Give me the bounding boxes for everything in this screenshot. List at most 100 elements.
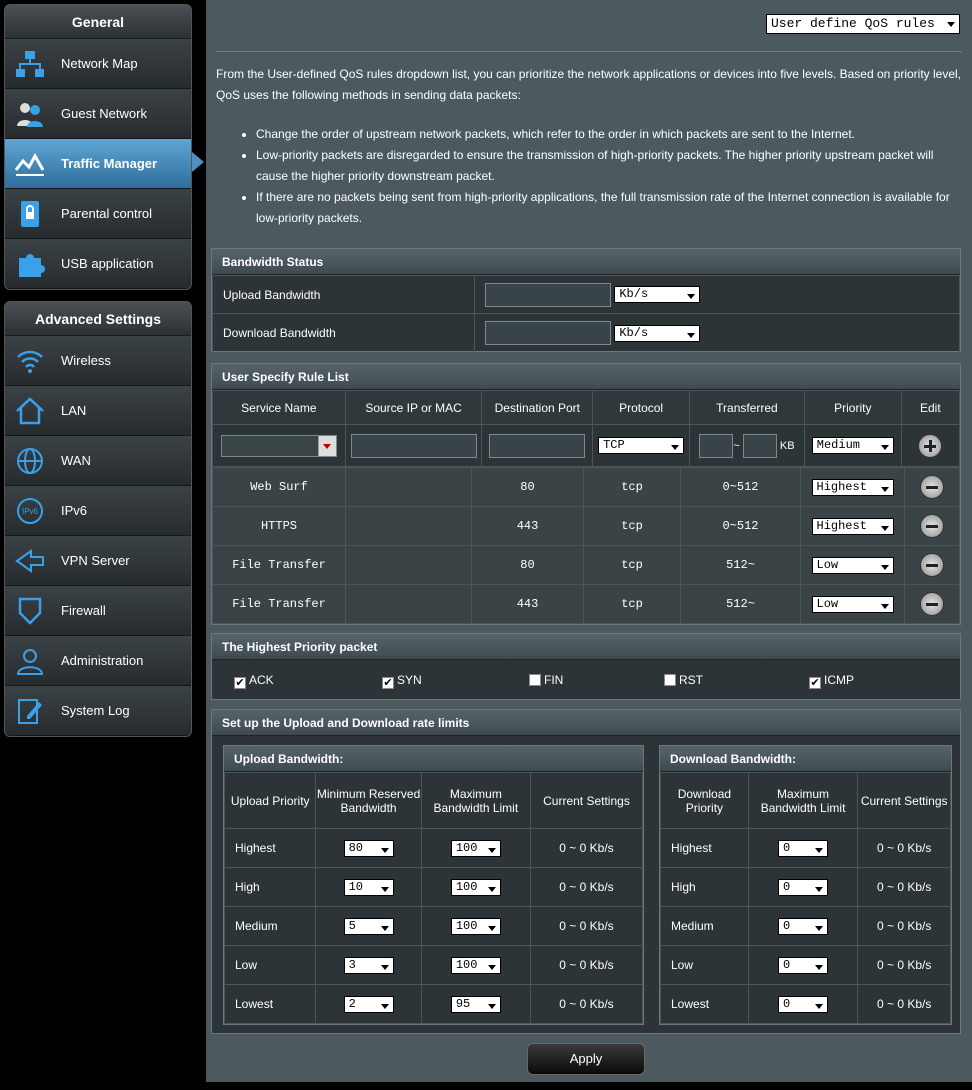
sidebar-item-label: LAN [61, 403, 87, 418]
upload-column-header: Maximum Bandwidth Limit [420, 772, 531, 829]
sidebar-item-ipv6[interactable]: IPv6 IPv6 [5, 486, 191, 536]
main-content: User define QoS rules From the User-defi… [206, 0, 972, 1082]
rule-protocol: tcp [583, 467, 681, 507]
min-reserved-select[interactable]: 2 [343, 995, 394, 1013]
sidebar-item-firewall[interactable]: Firewall [5, 586, 191, 636]
upload-priority: High [223, 867, 317, 907]
download-priority: Low [660, 945, 749, 985]
packet-syn-checkbox[interactable]: ✔ SYN [382, 673, 422, 689]
download-current-settings: 0 ~ 0 Kb/s [857, 828, 951, 868]
transferred-unit: KB [779, 439, 795, 452]
download-row: Medium 0 0 ~ 0 Kb/s [660, 906, 951, 946]
sidebar-item-traffic-manager[interactable]: Traffic Manager [5, 139, 191, 189]
upload-bandwidth-label: Upload Bandwidth [212, 275, 475, 314]
rule-priority-select[interactable]: Highest [811, 478, 894, 496]
download-priority: Highest [660, 828, 749, 868]
rule-source [345, 506, 472, 546]
checkbox-box[interactable]: ✔ [809, 677, 821, 689]
checkbox-box[interactable]: ✔ [382, 677, 394, 689]
rule-transferred: 512~ [680, 584, 801, 624]
download-max-limit-select[interactable]: 0 [778, 956, 829, 974]
min-reserved-select[interactable]: 10 [343, 878, 394, 896]
protocol-select[interactable]: TCP [598, 437, 685, 454]
download-unit-select[interactable]: Kb/s [614, 324, 701, 342]
remove-rule-icon[interactable] [920, 475, 944, 499]
max-limit-select[interactable]: 100 [450, 839, 501, 857]
download-priority: High [660, 867, 749, 907]
add-rule-icon[interactable] [918, 433, 943, 458]
rule-row: Web Surf 80 tcp 0~512 Highest [212, 467, 960, 507]
sidebar-item-label: System Log [61, 703, 130, 718]
min-reserved-select[interactable]: 5 [343, 917, 394, 935]
download-current-settings: 0 ~ 0 Kb/s [857, 984, 951, 1024]
sidebar-item-label: Firewall [61, 603, 106, 618]
priority-select[interactable]: Medium [811, 437, 894, 454]
rule-row: File Transfer 80 tcp 512~ Low [212, 545, 960, 585]
sidebar-item-parental-control[interactable]: Parental control [5, 189, 191, 239]
max-limit-select[interactable]: 100 [450, 917, 501, 935]
sidebar-item-administration[interactable]: Administration [5, 636, 191, 686]
service-name-select[interactable] [220, 434, 337, 457]
current-settings: 0 ~ 0 Kb/s [529, 867, 644, 907]
transferred-to-input[interactable] [742, 433, 777, 458]
upload-unit-select[interactable]: Kb/s [614, 286, 701, 303]
sidebar-item-guest-network[interactable]: Guest Network [5, 89, 191, 139]
max-limit-select[interactable]: 100 [450, 878, 501, 896]
packet-rst-checkbox[interactable]: RST [664, 673, 703, 687]
download-max-limit-select[interactable]: 0 [778, 917, 829, 935]
system-log-icon [13, 694, 47, 728]
sidebar-item-label: IPv6 [61, 503, 88, 518]
min-reserved-select[interactable]: 3 [343, 956, 394, 974]
remove-rule-icon[interactable] [920, 592, 944, 616]
packet-ack-checkbox[interactable]: ✔ ACK [234, 673, 274, 689]
destination-port-input[interactable] [489, 433, 586, 458]
sidebar-item-label: VPN Server [61, 553, 130, 568]
sidebar-item-lan[interactable]: LAN [5, 386, 191, 436]
download-max-limit-select[interactable]: 0 [778, 995, 829, 1013]
download-max-limit-select[interactable]: 0 [778, 878, 829, 896]
upload-priority: Highest [223, 828, 317, 868]
download-column-header: Download Priority [660, 772, 749, 829]
download-row: High 0 0 ~ 0 Kb/s [660, 867, 951, 907]
current-settings: 0 ~ 0 Kb/s [529, 945, 644, 985]
rule-priority-select[interactable]: Highest [811, 517, 894, 535]
description-intro: From the User-defined QoS rules dropdown… [216, 67, 962, 102]
rule-priority-select[interactable]: Low [811, 595, 894, 613]
apply-button[interactable]: Apply [527, 1043, 645, 1075]
sidebar-item-wan[interactable]: WAN [5, 436, 191, 486]
download-max-limit-select[interactable]: 0 [778, 839, 829, 857]
upload-bandwidth-input[interactable] [485, 282, 611, 307]
sidebar-item-wireless[interactable]: Wireless [5, 336, 191, 386]
packet-fin-checkbox[interactable]: FIN [529, 673, 563, 687]
min-reserved-select[interactable]: 80 [343, 839, 394, 857]
rule-priority-select[interactable]: Low [811, 556, 894, 574]
checkbox-box[interactable]: ✔ [234, 677, 246, 689]
download-bandwidth-input[interactable] [485, 321, 611, 345]
source-ip-input[interactable] [350, 433, 477, 458]
parental-control-icon [13, 197, 47, 231]
download-bandwidth-title: Download Bandwidth: [660, 746, 951, 772]
remove-rule-icon[interactable] [920, 553, 944, 577]
rule-service: HTTPS [212, 506, 346, 546]
upload-column-header: Minimum Reserved Bandwidth [315, 772, 422, 829]
current-settings: 0 ~ 0 Kb/s [529, 984, 644, 1024]
checkbox-box[interactable] [529, 674, 541, 686]
remove-rule-icon[interactable] [920, 514, 944, 538]
sidebar-item-usb-application[interactable]: USB application [5, 239, 191, 289]
description-bullet: Change the order of upstream network pac… [256, 124, 962, 145]
checkbox-box[interactable] [664, 674, 676, 686]
qos-mode-select[interactable]: User define QoS rules [766, 14, 960, 34]
upload-row: Lowest 2 95 0 ~ 0 Kb/s [223, 984, 644, 1024]
download-row: Highest 0 0 ~ 0 Kb/s [660, 828, 951, 868]
transferred-from-input[interactable] [699, 433, 734, 458]
rule-port: 443 [471, 506, 584, 546]
sidebar-item-system-log[interactable]: System Log [5, 686, 191, 736]
new-rule-row: TCP ~ KB Medium [212, 424, 961, 467]
packet-icmp-checkbox[interactable]: ✔ ICMP [809, 673, 854, 689]
sidebar-item-vpn-server[interactable]: VPN Server [5, 536, 191, 586]
max-limit-select[interactable]: 95 [450, 995, 501, 1013]
column-header: Protocol [592, 390, 690, 425]
rule-list-title: User Specify Rule List [212, 364, 960, 390]
max-limit-select[interactable]: 100 [450, 956, 501, 974]
sidebar-item-network-map[interactable]: Network Map [5, 39, 191, 89]
